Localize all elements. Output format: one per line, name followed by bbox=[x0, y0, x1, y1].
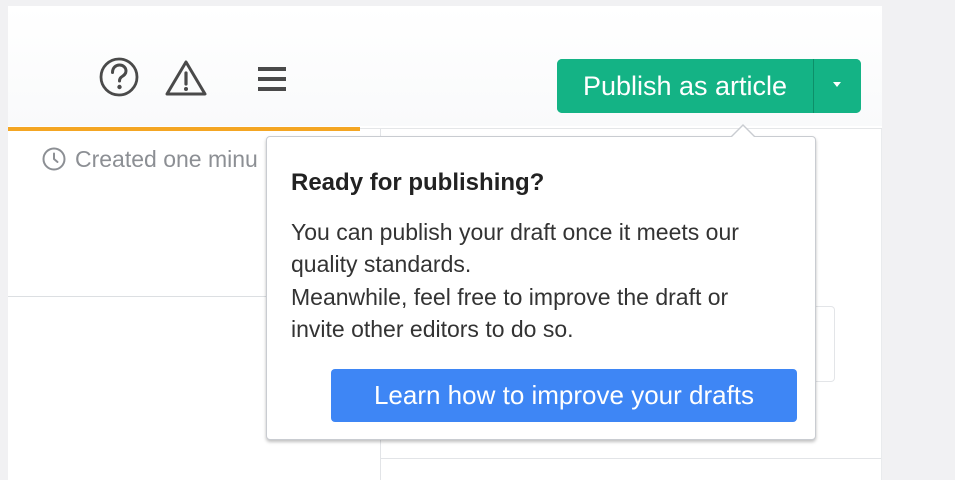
tab-baseline bbox=[360, 128, 882, 129]
menu-icon[interactable] bbox=[256, 63, 288, 95]
publish-as-article-button[interactable]: Publish as article bbox=[557, 59, 813, 113]
warning-icon[interactable] bbox=[163, 58, 209, 98]
content-bottom-line bbox=[381, 458, 881, 459]
popover-body-line: Meanwhile, feel free to improve the draf… bbox=[291, 284, 729, 310]
popover-body-line: invite other editors to do so. bbox=[291, 316, 574, 342]
popover-body-line: quality standards. bbox=[291, 251, 472, 277]
publish-dropdown-button[interactable] bbox=[814, 59, 861, 113]
publishing-popover: Ready for publishing? You can publish yo… bbox=[266, 124, 816, 440]
popover-arrow-fill bbox=[731, 126, 755, 138]
right-column-edge bbox=[881, 129, 882, 480]
caret-down-icon bbox=[833, 82, 841, 87]
clock-icon bbox=[42, 147, 66, 171]
popover-body-line: You can publish your draft once it meets… bbox=[291, 219, 739, 245]
popover-title: Ready for publishing? bbox=[291, 169, 545, 196]
tab-progress-bar bbox=[8, 127, 360, 131]
publish-button-group: Publish as article bbox=[557, 59, 861, 113]
created-meta: Created one minu bbox=[42, 145, 258, 173]
learn-how-to-improve-button[interactable]: Learn how to improve your drafts bbox=[331, 369, 797, 422]
help-icon[interactable] bbox=[98, 56, 140, 98]
created-timestamp: Created one minu bbox=[75, 145, 258, 172]
